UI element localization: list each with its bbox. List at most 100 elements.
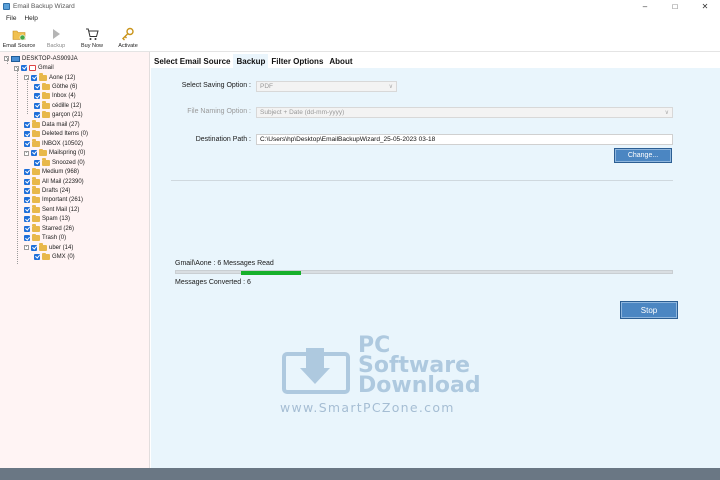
tree-item[interactable]: Göthe (6) (34, 82, 77, 91)
tab-select-email-source[interactable]: Select Email Source (151, 54, 233, 68)
tree-item-label: Aone (12) (49, 74, 76, 81)
tree-item[interactable]: Medium (968) (24, 167, 79, 176)
tree-checkbox[interactable] (34, 102, 40, 109)
tab-bar: Select Email Source Backup Filter Option… (151, 52, 720, 68)
chevron-down-icon: ∨ (388, 84, 393, 90)
tree-checkbox[interactable] (34, 93, 40, 100)
tree-checkbox[interactable] (31, 74, 37, 81)
tree-item[interactable]: garçon (21) (34, 110, 83, 120)
tree-checkbox[interactable] (24, 178, 30, 185)
tree-item[interactable]: Spam (13) (24, 214, 70, 224)
tree-checkbox[interactable] (24, 187, 30, 194)
tree-checkbox[interactable] (24, 225, 30, 232)
folder-folder-icon (42, 110, 50, 119)
tree-checkbox[interactable] (24, 140, 30, 147)
tree-item[interactable]: Important (261) (24, 195, 84, 205)
activate-button[interactable]: Activate (110, 25, 146, 52)
folder-folder-icon (42, 91, 50, 100)
tab-backup[interactable]: Backup (233, 54, 269, 68)
menu-help[interactable]: Help (24, 15, 37, 22)
tree-item[interactable]: Deleted Items (0) (24, 129, 89, 139)
status-bar (0, 468, 720, 480)
folder-folder-icon (39, 243, 47, 251)
tree-checkbox[interactable] (31, 150, 37, 157)
folder-folder-icon (42, 158, 50, 166)
play-icon (53, 29, 60, 39)
tree-item[interactable]: INBOX (10502) (24, 139, 83, 148)
tree-item-label: Important (261) (42, 197, 84, 204)
email-source-button[interactable]: Email Source (0, 25, 38, 52)
buy-now-button[interactable]: Buy Now (74, 25, 110, 52)
cart-icon (86, 28, 99, 40)
tree-item[interactable]: - Mailspring (0) (24, 148, 86, 158)
close-icon[interactable]: ✕ (690, 0, 720, 13)
menu-file[interactable]: File (6, 15, 16, 22)
tree-checkbox[interactable] (24, 121, 30, 128)
tree-item-label: Starred (26) (42, 225, 75, 232)
saving-option-label: Select Saving Option : (181, 82, 251, 89)
tree-item[interactable]: - DESKTOP-AS909JA (4, 54, 78, 63)
folder-folder-icon (32, 205, 40, 213)
tree-guide-line (7, 58, 8, 64)
tree-item[interactable]: Inbox (4) (34, 91, 76, 101)
tree-checkbox[interactable] (34, 84, 40, 91)
backup-button[interactable]: Backup (38, 25, 74, 52)
tree-checkbox[interactable] (24, 131, 30, 138)
change-button[interactable]: Change... (614, 148, 672, 163)
toolbar: Email Source Backup Buy Now Activate (0, 25, 720, 52)
destination-label: Destination Path : (195, 136, 251, 143)
tree-item[interactable]: Starred (26) (24, 224, 74, 233)
naming-option-select[interactable]: Subject + Date (dd-mm-yyyy) ∨ (256, 107, 673, 118)
tree-checkbox[interactable] (21, 65, 27, 72)
tree-item[interactable]: Snoozed (0) (34, 158, 85, 167)
tree-expander-icon[interactable]: - (24, 245, 29, 251)
tree-checkbox[interactable] (34, 254, 40, 261)
app-icon (3, 3, 10, 10)
drafts-folder-icon (32, 186, 40, 194)
tree-item-label: Medium (968) (42, 169, 80, 176)
tree-item[interactable]: cédille (12) (34, 101, 81, 110)
key-icon (122, 27, 134, 41)
maximize-icon[interactable]: □ (660, 0, 690, 13)
tree-item[interactable]: - uber (14) (24, 243, 73, 252)
tree-expander-icon[interactable]: - (24, 150, 29, 156)
tab-filter-options[interactable]: Filter Options (268, 54, 326, 68)
stop-button[interactable]: Stop (620, 301, 678, 319)
tree-checkbox[interactable] (34, 159, 40, 166)
tree-item-label: Inbox (4) (52, 93, 76, 100)
tree-checkbox[interactable] (24, 235, 30, 242)
inbox-folder-icon (32, 139, 40, 147)
tree-item[interactable]: Sent Mail (12) (24, 205, 79, 214)
tree-checkbox[interactable] (24, 216, 30, 223)
saving-option-value: PDF (260, 83, 273, 90)
tree-item[interactable]: All Mail (22390) (24, 177, 84, 186)
tree-item[interactable]: Data mail (27) (24, 120, 80, 129)
tree-item[interactable]: Drafts (24) (24, 186, 70, 195)
minimize-icon[interactable]: – (630, 0, 660, 13)
folder-folder-icon (32, 177, 40, 185)
tree-item-label: Deleted Items (0) (42, 131, 89, 138)
tab-about[interactable]: About (326, 54, 355, 68)
tree-checkbox[interactable] (24, 197, 30, 204)
destination-path-field[interactable]: C:\Users\hp\Desktop\EmailBackupWizard_25… (256, 134, 673, 145)
tree-item[interactable]: Trash (0) (24, 233, 66, 243)
tree-checkbox[interactable] (34, 112, 40, 119)
backup-panel: Select Saving Option : PDF ∨ File Naming… (151, 68, 720, 468)
tree-item-label: GMX (0) (52, 254, 75, 261)
naming-option-value: Subject + Date (dd-mm-yyyy) (260, 109, 345, 116)
saving-option-select[interactable]: PDF ∨ (256, 81, 397, 92)
main-area: Select Email Source Backup Filter Option… (151, 52, 720, 468)
tree-item-label: Sent Mail (12) (42, 206, 80, 213)
tree-item-label: Drafts (24) (42, 187, 71, 194)
window-controls: – □ ✕ (630, 0, 720, 13)
tree-item-label: Mailspring (0) (49, 150, 86, 157)
progress-status: Gmail\Aone : 6 Messages Read (175, 260, 274, 267)
tree-checkbox[interactable] (24, 169, 30, 176)
tree-item-label: All Mail (22390) (42, 178, 84, 185)
tree-checkbox[interactable] (31, 244, 37, 251)
tree-item[interactable]: - Gmail (14, 63, 54, 72)
tree-guide-line (17, 68, 18, 264)
tree-item[interactable]: - Aone (12) (24, 73, 75, 82)
tree-checkbox[interactable] (24, 206, 30, 213)
tree-item[interactable]: GMX (0) (34, 252, 75, 261)
